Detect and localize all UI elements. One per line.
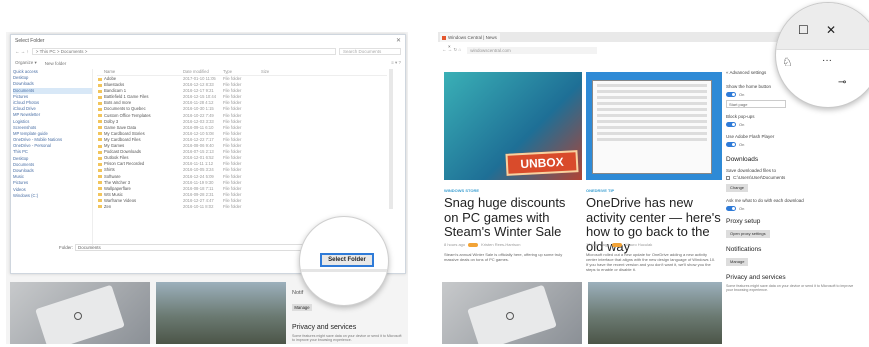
article2-author[interactable]: Mauro Huculak [625,242,652,247]
command-bar: Organize ▾ New folder ≡ ▾ ? [15,59,401,67]
view-controls[interactable]: ≡ ▾ ? [391,60,401,66]
laptop-thumbnail[interactable] [10,282,150,344]
toggle-state: On [739,206,745,211]
path-box[interactable]: > This PC > Documents > [31,48,336,55]
dell-logo-icon [506,312,514,320]
folder-field[interactable]: Documents [75,244,325,251]
proxy-button[interactable]: Open proxy settings [726,230,770,238]
column-size[interactable]: Size [261,69,291,75]
privacy-heading: Privacy and services [292,324,357,331]
ask-toggle[interactable] [726,206,736,211]
file-list-header: Name Date modified Type Size [97,69,387,76]
article1-category[interactable]: WINDOWS STORE [444,188,479,193]
article1-meta: 8 hours ago Kristen Rees-Harrison [444,242,521,247]
column-date[interactable]: Date modified [183,69,223,75]
organize-button[interactable]: Organize ▾ [15,60,37,66]
privacy-heading: Privacy and services [726,274,786,281]
ask-label: Ask me what to do with each download [726,198,804,203]
restore-icon[interactable]: ☐ [798,23,809,37]
article2-time: 10 hours ago [586,242,610,247]
share-icon[interactable]: ♘ [782,55,793,69]
new-folder-button[interactable]: New folder [45,61,67,66]
manage-button[interactable]: Manage [292,304,312,311]
comment-icon[interactable] [612,242,623,247]
article1-description: Steam's annual Winter Sale is officially… [444,252,563,262]
scrollbar[interactable] [389,69,393,209]
notifications-label: Notif [292,290,304,296]
column-type[interactable]: Type [223,69,261,75]
close-icon[interactable]: ✕ [396,37,401,44]
laptop-thumbnail[interactable] [442,282,582,344]
toggle-state: On [739,122,745,127]
popups-label: Block pop-ups [726,114,755,119]
file-date: 2016-10-11 8:02 [183,203,214,209]
article2-image[interactable] [586,72,722,180]
dialog-title: Select Folder [15,38,45,44]
article1-time: 8 hours ago [444,242,466,247]
pin-icon[interactable]: ⊸ [838,77,846,88]
flash-toggle[interactable] [726,142,736,147]
advanced-settings-panel: « Advanced settings Show the home button… [726,70,858,344]
downloads-heading: Downloads [726,156,759,163]
privacy-text: Some features might save data on your de… [292,334,402,343]
article2-category[interactable]: ONEDRIVE TIP [586,188,614,193]
notifications-heading: Notifications [726,246,762,253]
dell-logo-icon [74,312,82,320]
magnifier-select-folder: Select Folder [299,216,389,306]
manage-button[interactable]: Manage [726,258,749,266]
article1-author[interactable]: Kristen Rees-Harrison [481,242,520,247]
folder-label: Folder: [59,245,74,250]
navigation-tree: Quick access Desktop Downloads Documents Pic… [13,69,93,249]
browser-tab[interactable]: Windows Central | News × [440,33,500,49]
privacy-text: Some features might save data on your de… [726,284,854,293]
folder-icon [726,176,730,180]
settings-back[interactable]: « Advanced settings [726,70,766,75]
change-button[interactable]: Change [726,184,749,192]
toggle-state: On [739,92,745,97]
select-folder-button[interactable]: Select Folder [320,253,374,267]
close-icon[interactable]: ✕ [826,23,836,37]
game-thumbnail[interactable] [588,282,722,344]
download-path: C:\Users\User\Documents [733,175,786,180]
article2-meta: 10 hours ago Mauro Huculak [586,242,652,247]
save-to-label: Save downloaded files to [726,168,777,173]
comment-icon[interactable] [468,242,479,247]
file-row[interactable]: Zen 2016-10-11 8:02 File folder [97,204,387,210]
start-page-field[interactable]: Start page [726,100,786,108]
article1-title[interactable]: Snag huge discounts on PC games with Ste… [444,195,582,240]
popups-toggle[interactable] [726,122,736,127]
file-name: Zen [97,204,183,210]
nav-buttons[interactable]: ← → ↻ ⌂ [442,47,461,53]
url-input[interactable]: windowscentral.com [467,46,598,54]
nav-arrows[interactable]: ← → ↑ [15,49,29,54]
address-bar: ← → ↑ > This PC > Documents > Search Doc… [15,47,401,56]
tree-item[interactable]: Windows (C:) [13,193,92,199]
search-input[interactable]: Search Documents [339,48,401,55]
toggle-state: On [739,142,745,147]
file-type: File folder [223,203,242,209]
flash-label: Use Adobe Flash Player [726,134,775,139]
proxy-heading: Proxy setup [726,218,761,225]
more-icon[interactable]: ··· [822,55,832,66]
home-button-toggle[interactable] [726,92,736,97]
column-name[interactable]: Name [97,69,183,75]
article2-description: Microsoft rolled out a new update for On… [586,252,716,272]
game-thumbnail[interactable] [156,282,286,344]
home-button-label: Show the home button [726,84,772,89]
article1-image[interactable]: UNBOX [444,72,582,180]
unbox-sign: UNBOX [505,150,579,176]
